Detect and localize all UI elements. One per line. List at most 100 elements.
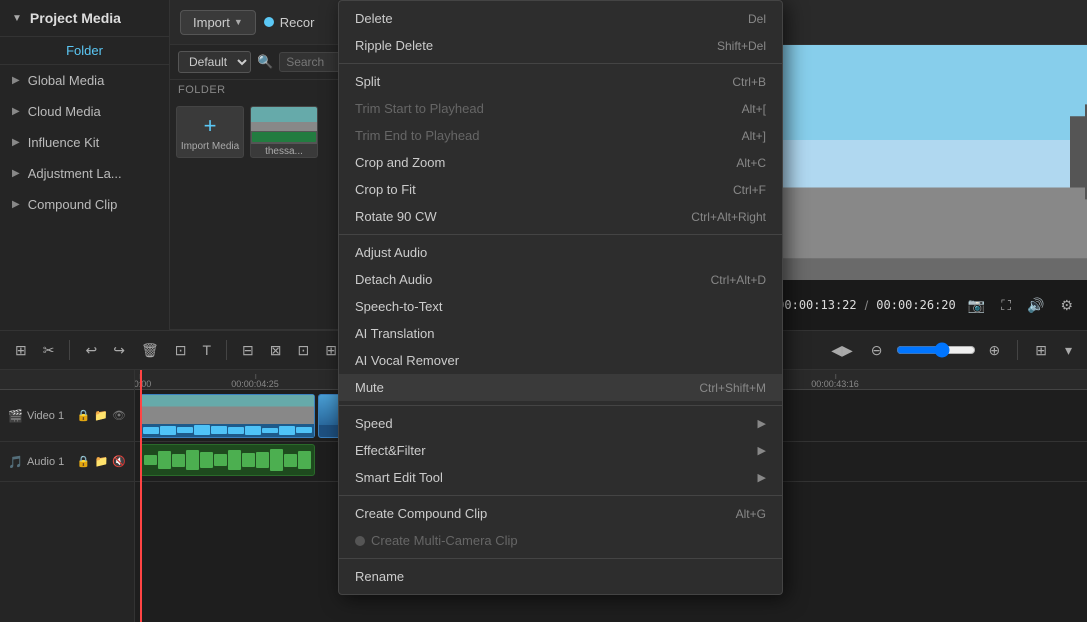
menu-item-ai-translation[interactable]: AI Translation	[339, 320, 782, 347]
sidebar-item-compound-clip[interactable]: ▶ Compound Clip	[0, 189, 169, 220]
media-view-select[interactable]: Default	[178, 51, 251, 73]
sidebar-item-global-media[interactable]: ▶ Global Media	[0, 65, 169, 96]
tl-add-track-icon[interactable]: ⊞	[10, 339, 32, 362]
video-clip-1[interactable]	[140, 394, 315, 438]
menu-separator	[339, 63, 782, 64]
audio-waveform	[141, 445, 314, 475]
audio-bar	[158, 451, 171, 469]
menu-separator	[339, 234, 782, 235]
tl-zoom-in-icon[interactable]: ⊕	[984, 339, 1006, 362]
track-eye-icon[interactable]: 👁	[112, 409, 126, 422]
import-dropdown-arrow: ▼	[234, 17, 243, 27]
waveform-bar	[160, 426, 176, 435]
arrow-icon: ▶	[12, 137, 20, 148]
track-controls: 🔒 📁 👁	[77, 409, 126, 422]
menu-item-label: Effect&Filter	[355, 443, 758, 458]
sidebar-item-influence-kit[interactable]: ▶ Influence Kit	[0, 127, 169, 158]
menu-item-label: Split	[355, 74, 712, 89]
total-time: 00:00:26:20	[876, 298, 955, 312]
sidebar-item-cloud-media[interactable]: ▶ Cloud Media	[0, 96, 169, 127]
menu-item-delete[interactable]: Delete Del	[339, 5, 782, 32]
menu-item-rename[interactable]: Rename	[339, 563, 782, 590]
clip-waveform	[141, 424, 314, 437]
tl-redo-icon[interactable]: ↪	[108, 339, 130, 362]
arrow-icon: ▶	[12, 75, 20, 86]
preview-settings-icon[interactable]: ⚙	[1056, 295, 1077, 316]
record-button[interactable]: Recor	[264, 15, 315, 30]
menu-item-shortcut: Alt+G	[736, 507, 766, 521]
preview-volume-icon[interactable]: 🔊	[1023, 295, 1048, 316]
menu-item-ai-vocal-remover[interactable]: AI Vocal Remover	[339, 347, 782, 374]
audio-bar	[228, 450, 241, 470]
tl-text-icon[interactable]: T	[197, 339, 216, 361]
tl-snap-icon[interactable]: ⊟	[237, 339, 259, 362]
playhead-top	[140, 370, 142, 390]
menu-item-label: Detach Audio	[355, 272, 691, 287]
audio-clip-1[interactable]	[140, 444, 315, 476]
tl-push-left-icon[interactable]: ◀▶	[826, 339, 858, 362]
track-mute-icon[interactable]: 🔇	[112, 455, 126, 468]
menu-item-effect-filter[interactable]: Effect&Filter ▶	[339, 437, 782, 464]
menu-item-label: Delete	[355, 11, 728, 26]
sidebar-item-label: Compound Clip	[28, 197, 118, 212]
menu-item-shortcut: Alt+C	[736, 156, 766, 170]
tl-zoom-slider[interactable]	[896, 342, 976, 358]
menu-item-speed[interactable]: Speed ▶	[339, 410, 782, 437]
tl-crop-icon[interactable]: ⊡	[170, 339, 192, 362]
menu-item-mute[interactable]: Mute Ctrl+Shift+M	[339, 374, 782, 401]
import-button[interactable]: Import ▼	[180, 10, 256, 35]
audio-bar	[214, 454, 227, 466]
media-thumb-thessaloniki[interactable]: thessa...	[250, 106, 318, 158]
audio-bar	[284, 454, 297, 467]
clip-inner	[140, 394, 315, 438]
menu-item-detach-audio[interactable]: Detach Audio Ctrl+Alt+D	[339, 266, 782, 293]
tl-zoom-out-icon[interactable]: ⊖	[866, 339, 888, 362]
menu-item-label: Speed	[355, 416, 758, 431]
menu-item-ripple-delete[interactable]: Ripple Delete Shift+Del	[339, 32, 782, 59]
tl-more-icon[interactable]: ▾	[1060, 339, 1077, 362]
menu-item-split[interactable]: Split Ctrl+B	[339, 68, 782, 95]
menu-item-rotate-90[interactable]: Rotate 90 CW Ctrl+Alt+Right	[339, 203, 782, 230]
tl-cut-icon[interactable]: ✂	[38, 339, 60, 362]
waveform-bar	[228, 427, 244, 434]
menu-item-crop-zoom[interactable]: Crop and Zoom Alt+C	[339, 149, 782, 176]
preview-fullscreen-icon[interactable]: ⛶	[997, 295, 1015, 316]
audio-bar	[242, 453, 255, 467]
audio-bar	[172, 454, 185, 467]
menu-item-shortcut: Shift+Del	[717, 39, 766, 53]
menu-item-create-compound[interactable]: Create Compound Clip Alt+G	[339, 500, 782, 527]
tl-split-icon[interactable]: ⊠	[265, 339, 287, 362]
audio-track-name: Audio 1	[27, 456, 64, 468]
sidebar-title: Project Media	[30, 10, 121, 26]
menu-item-adjust-audio[interactable]: Adjust Audio	[339, 239, 782, 266]
track-folder-icon[interactable]: 📁	[94, 409, 108, 422]
menu-item-label: Mute	[355, 380, 679, 395]
track-lock-icon2[interactable]: 🔒	[77, 455, 91, 468]
menu-item-crop-fit[interactable]: Crop to Fit Ctrl+F	[339, 176, 782, 203]
track-lock-icon[interactable]: 🔒	[77, 409, 91, 422]
menu-item-shortcut: Ctrl+Shift+M	[699, 381, 766, 395]
tl-grid-icon[interactable]: ⊞	[1030, 339, 1052, 362]
waveform-bar	[296, 427, 312, 433]
menu-item-speech-to-text[interactable]: Speech-to-Text	[339, 293, 782, 320]
menu-item-label: Ripple Delete	[355, 38, 697, 53]
sidebar-item-adjustment-layer[interactable]: ▶ Adjustment La...	[0, 158, 169, 189]
import-media-thumb[interactable]: + Import Media	[176, 106, 244, 158]
tl-delete-icon[interactable]: 🗑	[136, 339, 164, 362]
preview-screenshot-icon[interactable]: 📷	[964, 295, 989, 316]
menu-item-smart-edit[interactable]: Smart Edit Tool ▶	[339, 464, 782, 491]
add-media-icon: +	[204, 113, 217, 139]
menu-item-trim-end: Trim End to Playhead Alt+]	[339, 122, 782, 149]
menu-item-label: Rotate 90 CW	[355, 209, 671, 224]
menu-item-shortcut: Alt+[	[742, 102, 766, 116]
tl-separator	[69, 340, 70, 360]
menu-item-label: Trim Start to Playhead	[355, 101, 722, 116]
tl-undo-icon[interactable]: ↩	[80, 339, 102, 362]
track-folder-icon2[interactable]: 📁	[95, 455, 109, 468]
clip-thumbnail	[141, 395, 314, 424]
sidebar-collapse-arrow[interactable]: ▼	[12, 13, 22, 24]
record-label: Recor	[280, 15, 315, 30]
menu-item-shortcut: Ctrl+Alt+Right	[691, 210, 766, 224]
sidebar-folder-label[interactable]: Folder	[0, 37, 169, 65]
tl-compound-icon[interactable]: ⊡	[292, 339, 314, 362]
